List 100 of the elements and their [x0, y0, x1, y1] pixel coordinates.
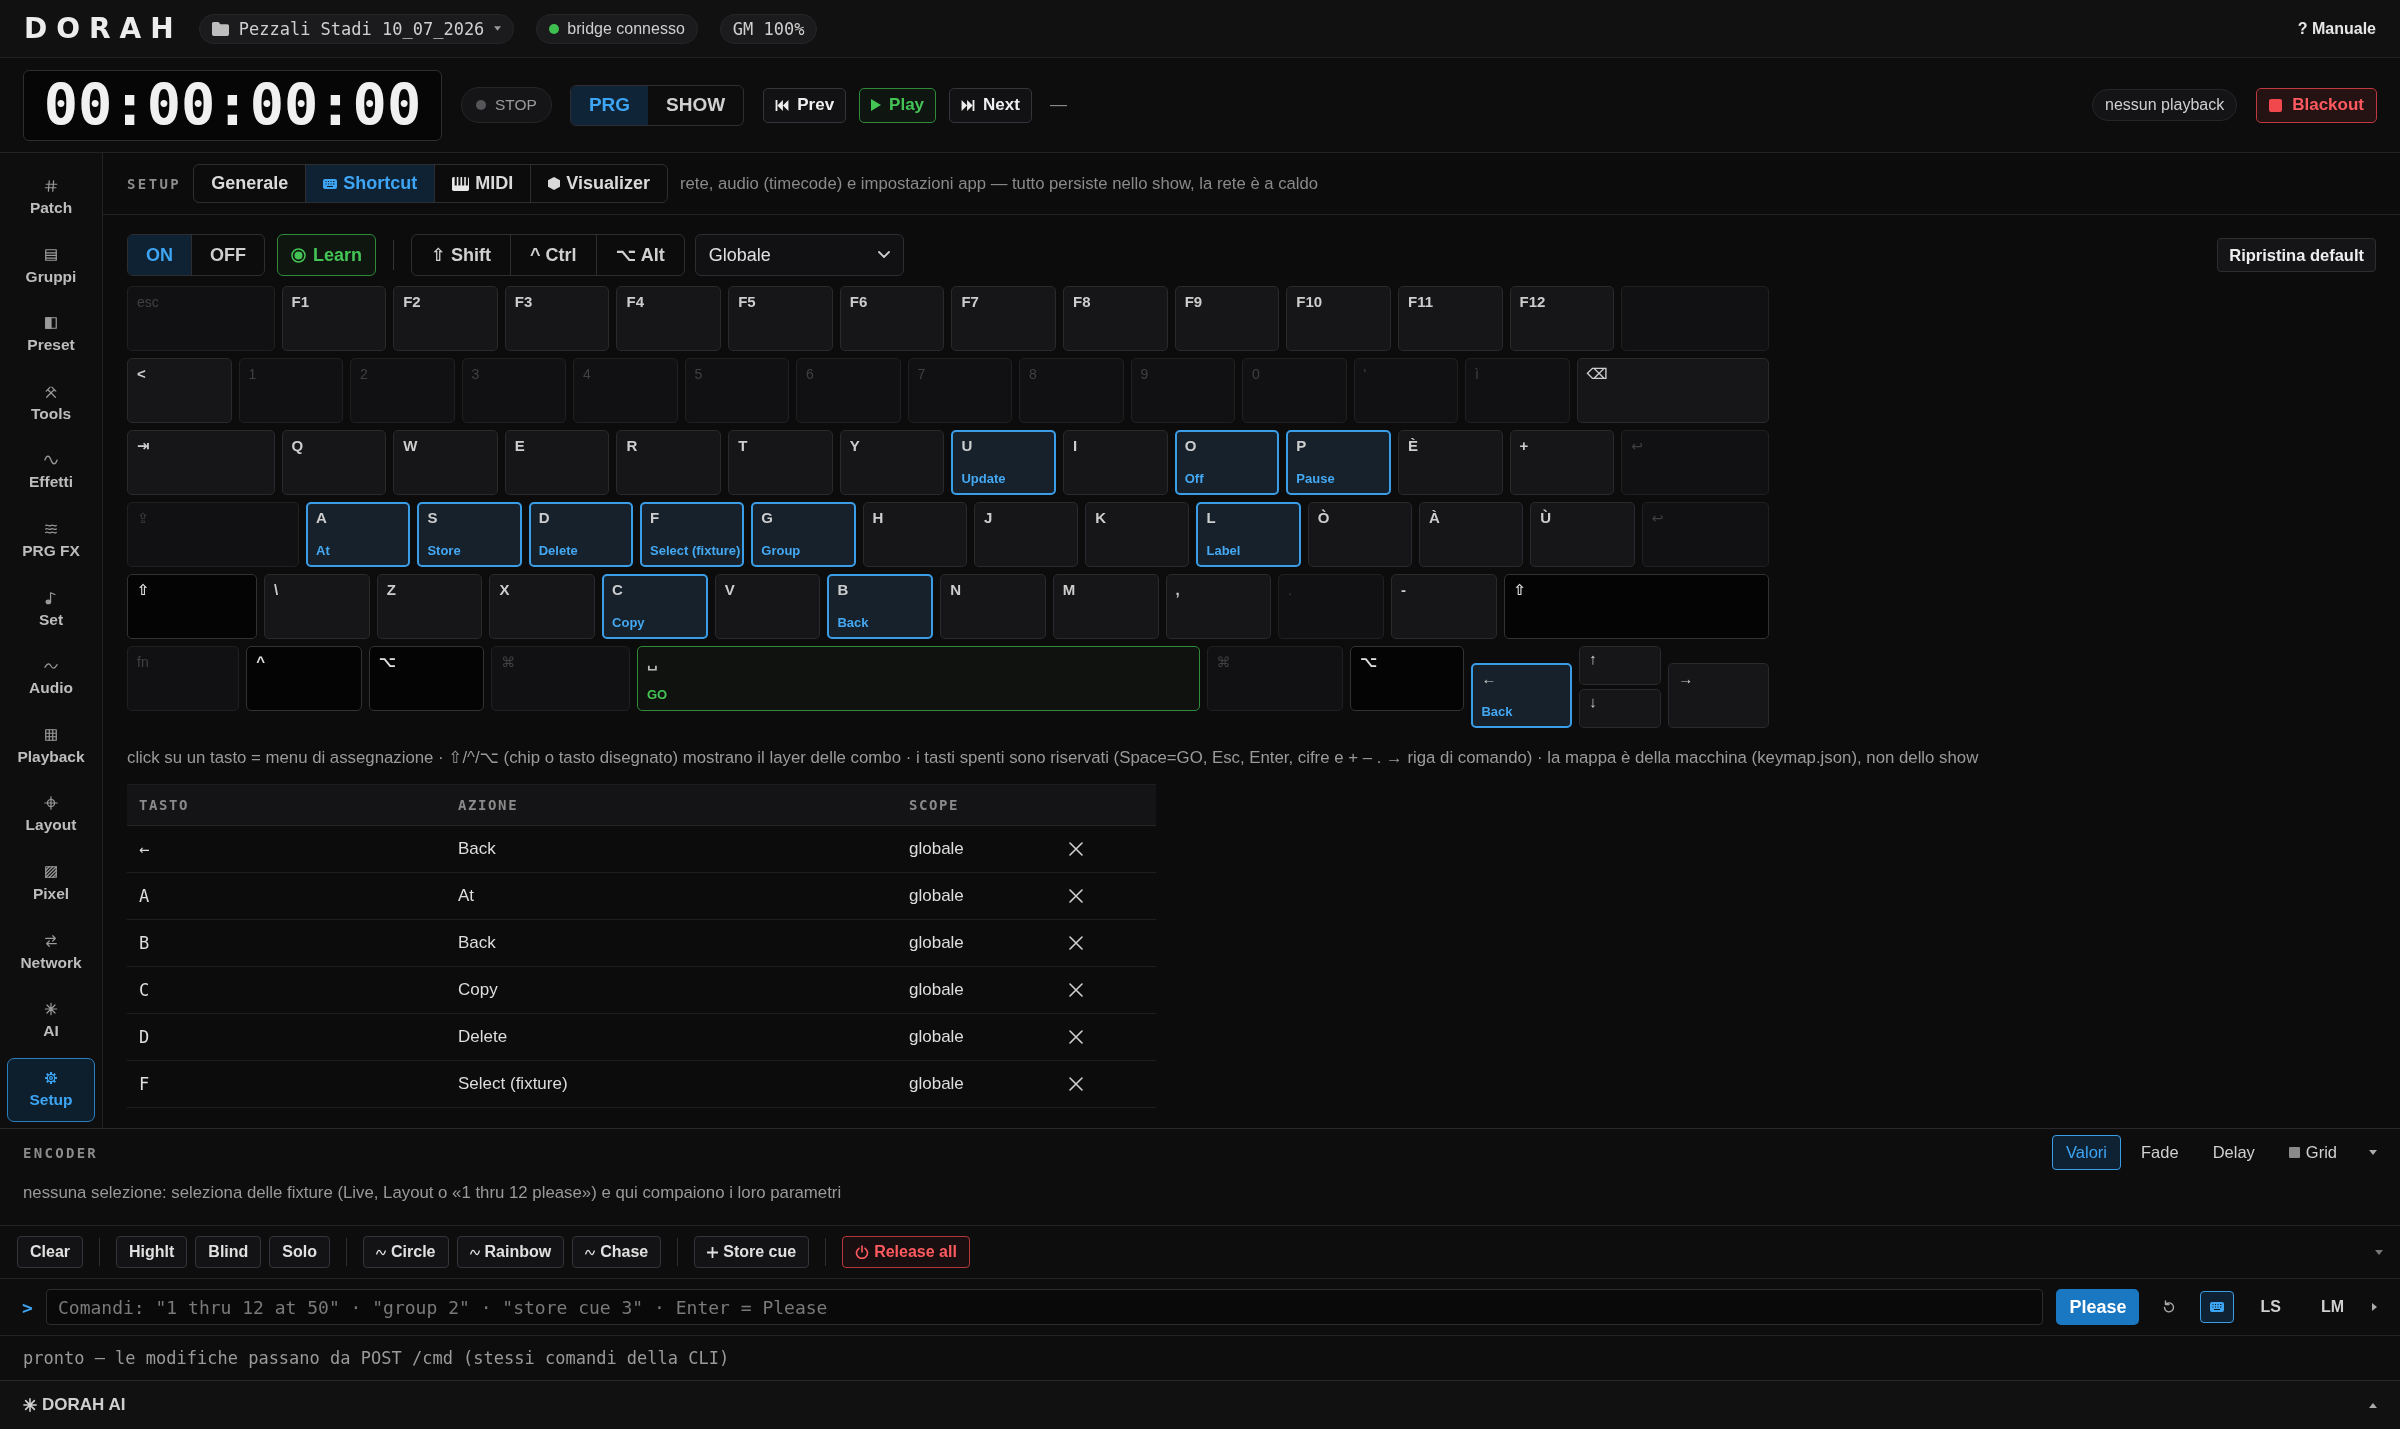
sidebar-item[interactable]: Network	[7, 920, 95, 985]
keyboard-key[interactable]: À	[1419, 502, 1524, 567]
keyboard-key[interactable]: ^	[246, 646, 362, 711]
action-button[interactable]: Clear	[17, 1236, 84, 1268]
prev-button[interactable]: Prev	[763, 87, 847, 123]
keyboard-key[interactable]: F9	[1174, 286, 1280, 351]
keyboard-key[interactable]: <	[127, 358, 232, 423]
sidebar-item[interactable]: Layout	[7, 783, 95, 848]
keyboard-key[interactable]: Ù	[1530, 502, 1635, 567]
modifier-toggle[interactable]: ⇧ Shift	[412, 235, 511, 275]
keyboard-key[interactable]: →	[1668, 663, 1769, 728]
blackout-button[interactable]: Blackout	[2256, 87, 2377, 123]
keyboard-key[interactable]: F11	[1397, 286, 1503, 351]
action-button[interactable]: Rainbow	[456, 1236, 565, 1268]
keyboard-key[interactable]: ↑	[1579, 646, 1662, 685]
sidebar-item[interactable]: Effetti	[7, 440, 95, 505]
keyboard-key[interactable]: O Off	[1174, 430, 1280, 495]
next-button[interactable]: Next	[949, 87, 1032, 123]
keyboard-key[interactable]: P Pause	[1286, 430, 1391, 495]
keyboard-key[interactable]: F3	[504, 286, 610, 351]
action-button[interactable]: Solo	[269, 1236, 331, 1268]
keyboard-key[interactable]: E	[504, 430, 610, 495]
keyboard-key[interactable]: ⇥	[127, 430, 275, 495]
close-icon[interactable]	[1069, 889, 1083, 903]
circular-arrow-icon[interactable]	[2162, 1300, 2177, 1314]
keyboard-key[interactable]: A At	[306, 502, 411, 567]
keyboard-key[interactable]: R	[616, 430, 722, 495]
keyboard-key[interactable]: B Back	[827, 574, 934, 639]
keyboard-key[interactable]: ⌥	[1350, 646, 1465, 711]
keyboard-key[interactable]: F10	[1286, 286, 1391, 351]
manual-link[interactable]: ? Manuale	[2297, 19, 2376, 38]
sidebar-item[interactable]: PRG FX	[7, 508, 95, 573]
close-icon[interactable]	[1069, 936, 1083, 950]
action-button[interactable]: Highlt	[116, 1236, 188, 1268]
view-tab[interactable]: Valori	[2052, 1135, 2122, 1170]
keyboard-key[interactable]: N	[940, 574, 1046, 639]
sidebar-item[interactable]: Audio	[7, 646, 95, 711]
keyboard-key[interactable]: Ò	[1307, 502, 1413, 567]
sidebar-item[interactable]: Gruppi	[7, 234, 95, 299]
keyboard-key[interactable]: H	[862, 502, 967, 567]
sidebar-item[interactable]: Preset	[7, 303, 95, 368]
mode-tab[interactable]: SHOW	[648, 85, 744, 125]
action-button[interactable]: Blind	[195, 1236, 262, 1268]
keyboard-key[interactable]: Q	[281, 430, 387, 495]
keyboard-key[interactable]: M	[1052, 574, 1159, 639]
keyboard-key[interactable]: \	[264, 574, 370, 639]
enable-option[interactable]: ON	[128, 235, 191, 275]
keyboard-key[interactable]: Z	[376, 574, 483, 639]
learn-button[interactable]: Learn	[277, 234, 377, 276]
settings-tab[interactable]: Shortcut	[305, 165, 435, 202]
keyboard-key[interactable]: F Select (fixture)	[640, 502, 745, 567]
sidebar-item[interactable]: Tools	[7, 371, 95, 436]
keyboard-key[interactable]: È	[1397, 430, 1503, 495]
view-tab[interactable]: Fade	[2127, 1135, 2193, 1170]
keyboard-key[interactable]: F1	[281, 286, 387, 351]
action-button[interactable]: Circle	[363, 1236, 449, 1268]
project-selector[interactable]: Pezzali Stadi 10_07_2026	[198, 13, 515, 44]
command-input[interactable]: Comandi: "1 thru 12 at 50" · "group 2" · "store cue 3" · Enter = Please	[46, 1289, 2044, 1325]
keyboard-key[interactable]: F12	[1509, 286, 1615, 351]
mode-tab[interactable]: PRG	[570, 85, 649, 125]
keyboard-key[interactable]: F2	[393, 286, 498, 351]
keyboard-key[interactable]: ⌫	[1576, 358, 1769, 423]
keyboard-key[interactable]: ← Back	[1471, 663, 1573, 728]
keyboard-key[interactable]: T	[728, 430, 833, 495]
settings-tab[interactable]: Generale	[194, 165, 306, 202]
close-icon[interactable]	[1069, 842, 1083, 856]
close-icon[interactable]	[1069, 1077, 1083, 1091]
sidebar-item[interactable]: Pixel	[7, 851, 95, 916]
keyboard-key[interactable]: ⇧	[1503, 574, 1769, 639]
keyboard-key[interactable]: S Store	[417, 502, 522, 567]
keyboard-key[interactable]: D Delete	[528, 502, 633, 567]
keyboard-key[interactable]: F4	[616, 286, 722, 351]
keyboard-key[interactable]: F7	[951, 286, 1057, 351]
sidebar-item[interactable]: Patch	[7, 166, 95, 230]
keyboard-key[interactable]: F8	[1063, 286, 1168, 351]
settings-tab[interactable]: Visualizer	[530, 165, 667, 202]
sidebar-item[interactable]: Setup	[7, 1057, 95, 1122]
settings-tab[interactable]: MIDI	[434, 165, 531, 202]
view-tab[interactable]: Delay	[2198, 1135, 2269, 1170]
sidebar-item[interactable]: AI	[7, 989, 95, 1054]
keyboard-key[interactable]: F6	[839, 286, 945, 351]
keyboard-key[interactable]: +	[1509, 430, 1615, 495]
caret-down-icon[interactable]	[2375, 1249, 2383, 1255]
submit-button[interactable]: Please	[2056, 1289, 2140, 1325]
caret-up-icon[interactable]	[2369, 1402, 2377, 1408]
keyboard-key[interactable]: I	[1063, 430, 1168, 495]
keyboard-key[interactable]: ⇧	[127, 574, 257, 639]
keyboard-key[interactable]: J	[973, 502, 1079, 567]
keyboard-key[interactable]: ␣ GO	[636, 646, 1200, 711]
enable-option[interactable]: OFF	[191, 235, 264, 275]
keyboard-key[interactable]: W	[393, 430, 498, 495]
action-button[interactable]: Chase	[572, 1236, 662, 1268]
keyboard-key[interactable]: F5	[728, 286, 833, 351]
keyboard-key[interactable]: ,	[1165, 574, 1272, 639]
modifier-toggle[interactable]: ^ Ctrl	[510, 235, 596, 275]
scope-dropdown[interactable]: Globale	[694, 234, 904, 276]
play-button[interactable]: Play	[859, 87, 937, 123]
view-tab[interactable]: Grid	[2274, 1135, 2351, 1170]
layout-option[interactable]: LS	[2260, 1298, 2281, 1316]
keyboard-key[interactable]: Y	[839, 430, 945, 495]
